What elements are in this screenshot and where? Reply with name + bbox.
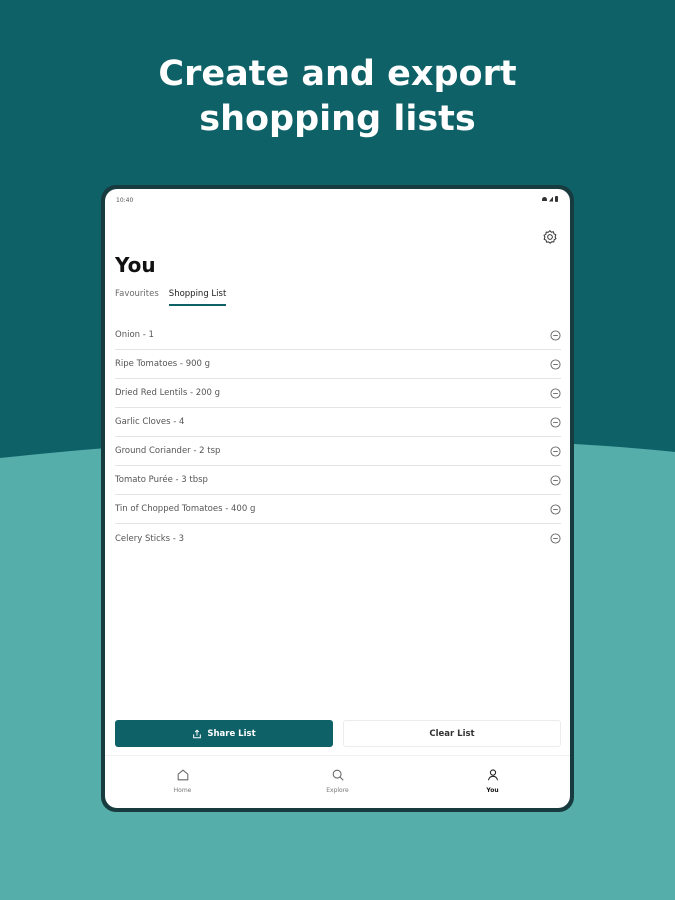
item-label: Tomato Purée - 3 tbsp (115, 475, 208, 485)
tab-favourites[interactable]: Favourites (115, 289, 159, 306)
page-title: You (115, 253, 156, 277)
list-item: Tomato Purée - 3 tbsp (115, 466, 561, 495)
item-label: Ripe Tomatoes - 900 g (115, 359, 211, 369)
settings-icon[interactable] (542, 229, 558, 245)
status-time: 10:40 (116, 197, 134, 204)
remove-icon[interactable] (550, 358, 561, 370)
remove-icon[interactable] (550, 387, 561, 399)
item-label: Onion - 1 (115, 330, 154, 340)
list-item: Garlic Cloves - 4 (115, 408, 561, 437)
list-item: Ground Coriander - 2 tsp (115, 437, 561, 466)
list-item: Dried Red Lentils - 200 g (115, 379, 561, 408)
promo-headline: Create and export shopping lists (0, 52, 675, 142)
item-label: Garlic Cloves - 4 (115, 417, 185, 427)
clear-list-button[interactable]: Clear List (343, 720, 561, 747)
share-list-label: Share List (207, 728, 256, 739)
remove-icon[interactable] (550, 474, 561, 486)
signal-icon (549, 196, 553, 202)
tablet-frame: 10:40 You Favourites Shopping List Onion… (101, 185, 574, 812)
nav-label-you: You (486, 787, 499, 794)
battery-icon (555, 196, 558, 202)
status-icons (542, 196, 558, 202)
app-screen: 10:40 You Favourites Shopping List Onion… (105, 189, 570, 808)
item-label: Ground Coriander - 2 tsp (115, 446, 221, 456)
nav-label-home: Home (173, 787, 192, 794)
remove-icon[interactable] (550, 533, 561, 544)
tab-bar: Favourites Shopping List (115, 289, 227, 306)
wifi-icon (542, 197, 547, 201)
headline-line-1: Create and export (158, 54, 517, 94)
nav-item-home[interactable]: Home (143, 768, 223, 794)
remove-icon[interactable] (550, 329, 561, 341)
nav-item-you[interactable]: You (453, 768, 533, 794)
remove-icon[interactable] (550, 503, 561, 515)
list-item: Tin of Chopped Tomatoes - 400 g (115, 495, 561, 524)
headline-line-2: shopping lists (199, 99, 476, 139)
item-label: Tin of Chopped Tomatoes - 400 g (115, 504, 256, 514)
search-icon (332, 769, 344, 781)
share-list-button[interactable]: Share List (115, 720, 333, 747)
list-item: Onion - 1 (115, 321, 561, 350)
share-icon (193, 729, 202, 738)
tab-shopping-list[interactable]: Shopping List (168, 289, 227, 306)
item-label: Dried Red Lentils - 200 g (115, 388, 221, 398)
list-item: Ripe Tomatoes - 900 g (115, 350, 561, 379)
nav-label-explore: Explore (326, 787, 349, 794)
home-icon (177, 769, 188, 781)
shopping-list: Onion - 1 Ripe Tomatoes - 900 g Dried Re… (115, 321, 561, 553)
user-icon (487, 769, 498, 781)
remove-icon[interactable] (550, 445, 561, 457)
list-actions: Share List Clear List (115, 720, 561, 747)
clear-list-label: Clear List (429, 728, 475, 739)
item-label: Celery Sticks - 3 (115, 533, 184, 544)
bottom-navigation: Home Explore You (105, 755, 570, 806)
remove-icon[interactable] (550, 416, 561, 428)
list-item: Celery Sticks - 3 (115, 524, 561, 553)
nav-item-explore[interactable]: Explore (298, 768, 378, 794)
